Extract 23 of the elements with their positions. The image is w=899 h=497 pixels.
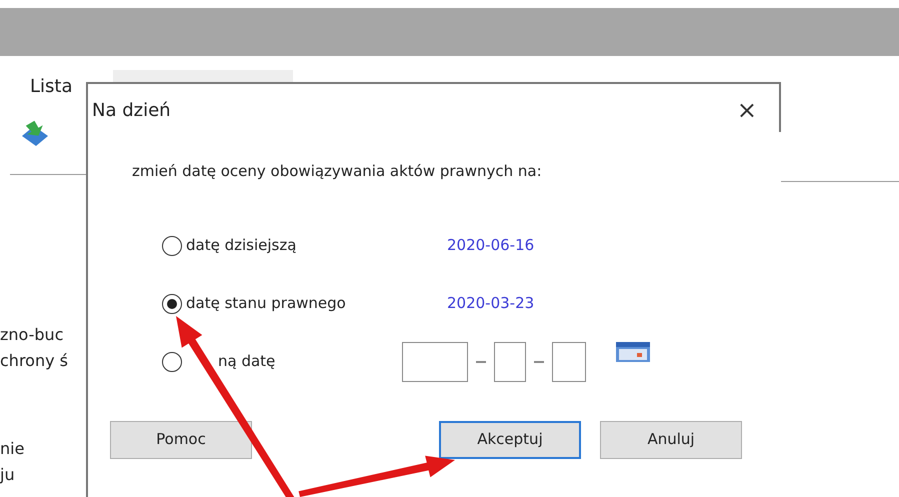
dialog-button[interactable]: Anuluj (600, 420, 742, 458)
month-field[interactable] (494, 342, 526, 382)
list-text: chrony ś (0, 350, 68, 372)
date-text: 2020-06-16 (447, 235, 534, 256)
list-text: ju (0, 464, 16, 486)
day-field[interactable] (552, 342, 586, 382)
radio-label: datę stanu prawnego (186, 293, 346, 314)
radio-button[interactable] (162, 236, 182, 256)
dialog-title: Na dzień (92, 98, 171, 122)
year-field[interactable] (402, 342, 468, 382)
radio-button[interactable] (162, 294, 182, 314)
dialog-button[interactable]: Akceptuj (439, 420, 581, 458)
close-button[interactable]: × (736, 98, 757, 122)
list-text: nie (0, 438, 26, 460)
list-tab[interactable]: Lista (30, 72, 72, 100)
radio-button[interactable] (162, 352, 182, 372)
list-text: zno-buc (0, 324, 64, 346)
prompt-text: zmień datę oceny obowiązywania aktów prawnych na: (132, 161, 543, 182)
calendar-icon[interactable] (616, 342, 650, 362)
radio-label: ną datę (218, 351, 276, 372)
radio-label: datę dzisiejszą (186, 235, 296, 256)
date-text: 2020-03-23 (447, 293, 534, 314)
dialog-button[interactable]: Pomoc (110, 420, 252, 458)
